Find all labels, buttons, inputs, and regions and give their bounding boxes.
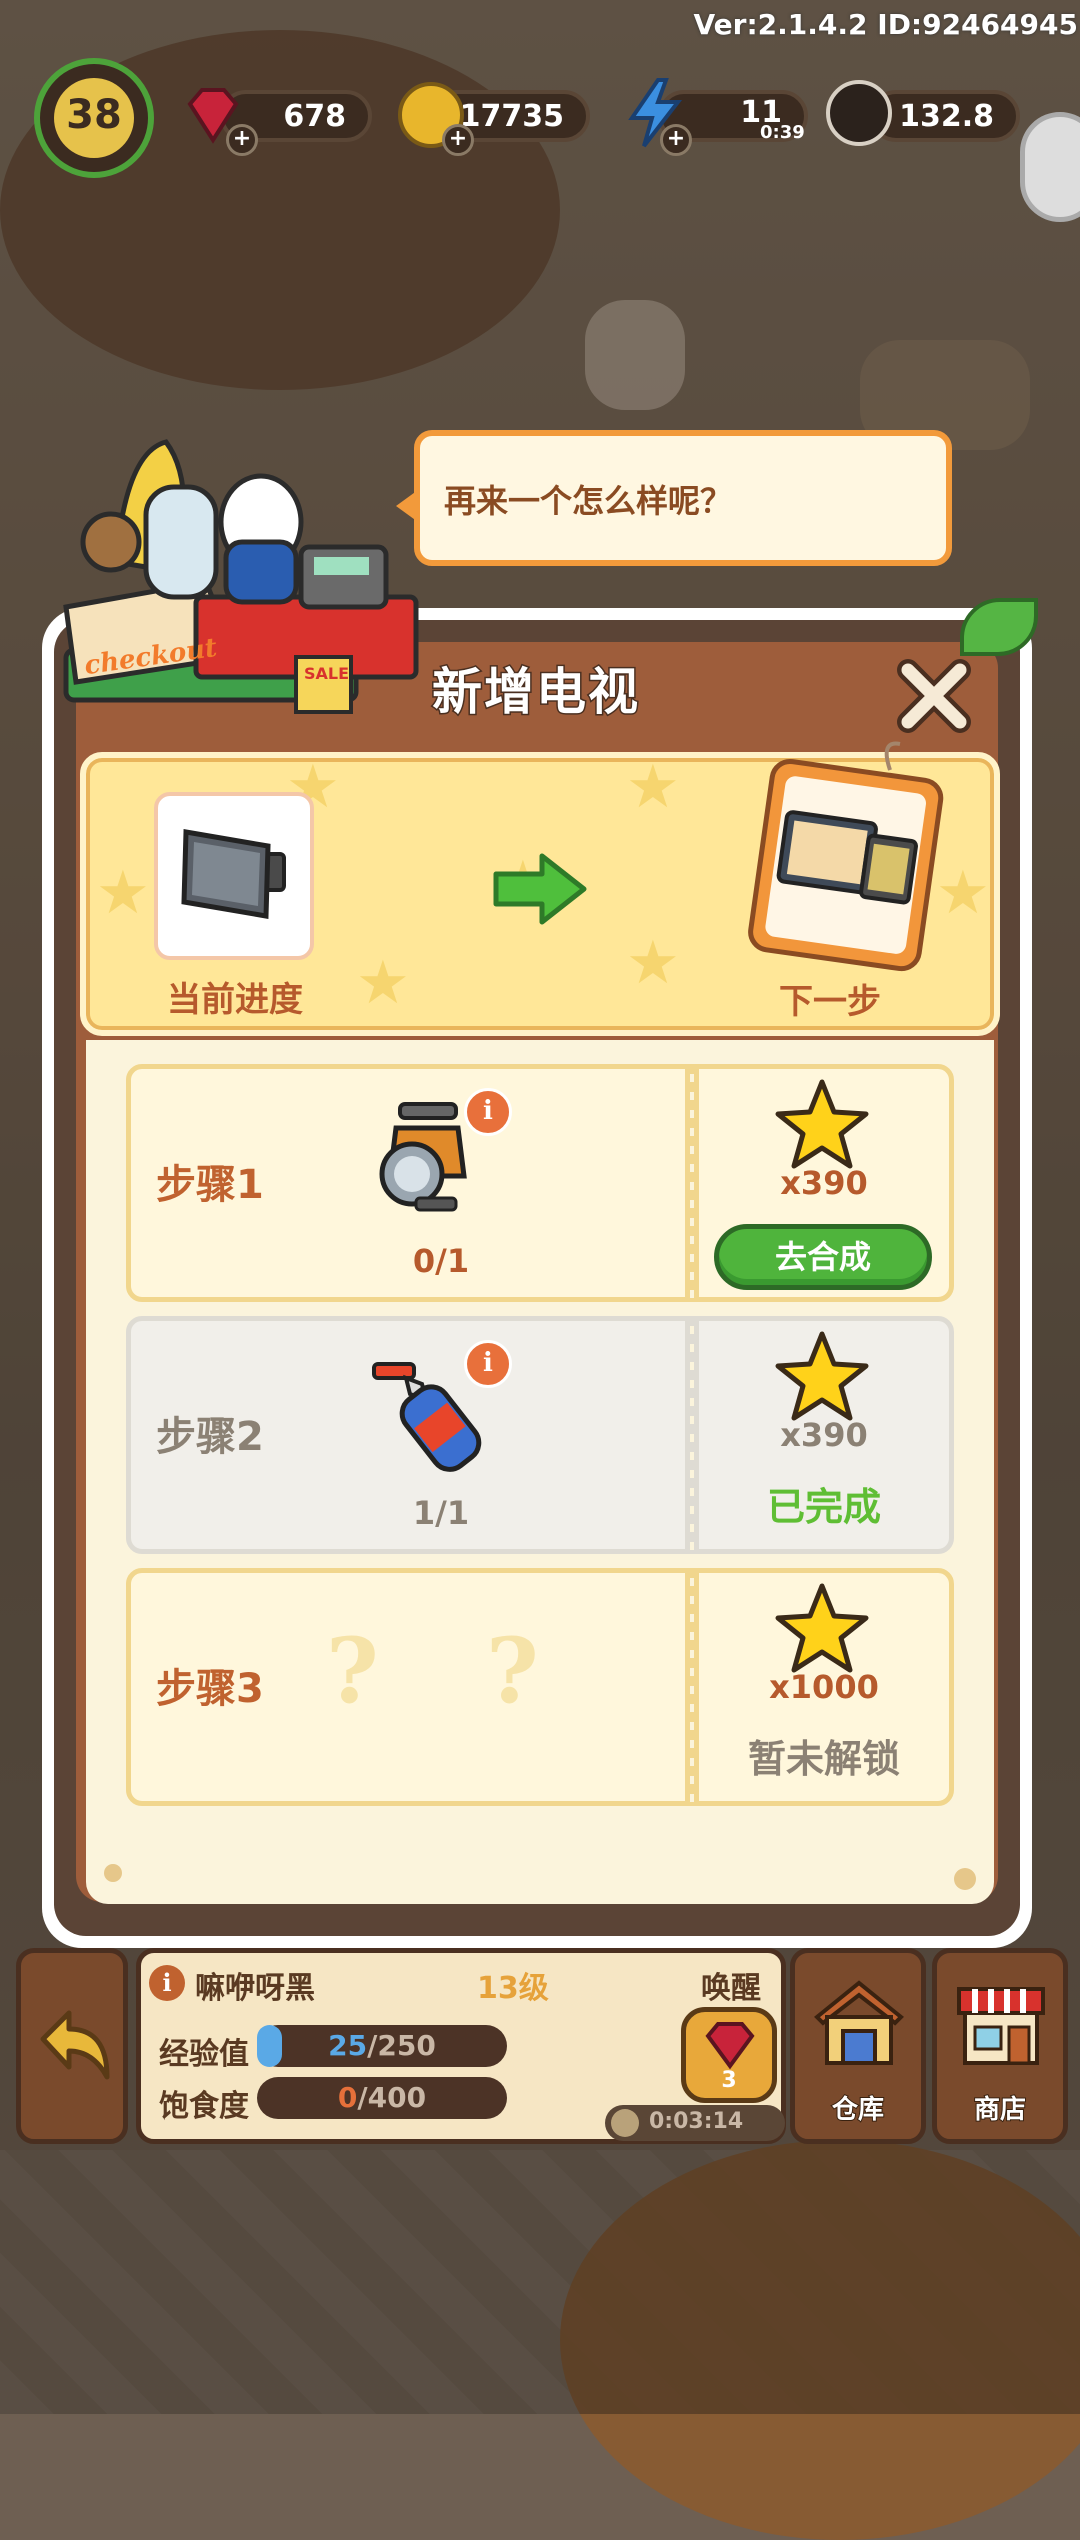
food-text: 0/400 xyxy=(257,2081,507,2114)
pet-timer-text: 0:03:14 xyxy=(649,2109,744,2134)
coin-count: 17735 xyxy=(459,98,564,134)
info-icon[interactable]: i xyxy=(464,1088,512,1136)
bg-star-icon: ★ xyxy=(626,928,680,998)
exp-bar: 25/250 xyxy=(257,2025,507,2067)
warehouse-button[interactable]: 仓库 xyxy=(790,1948,926,2144)
food-bar: 0/400 xyxy=(257,2077,507,2119)
seed-count: 132.8 xyxy=(899,98,994,134)
back-arrow-icon xyxy=(40,2010,110,2080)
checkout-counter-art xyxy=(63,439,419,714)
exp-max: /250 xyxy=(367,2029,436,2062)
gem-count: 678 xyxy=(283,98,346,134)
pet-level: 13级 xyxy=(477,1971,549,2006)
step-3-label: 步骤3 xyxy=(156,1666,264,1712)
step-1-count: 0/1 xyxy=(412,1242,470,1280)
locked-status: 暂未解锁 xyxy=(747,1737,900,1781)
pet-name: 嘛咿呀黑 xyxy=(195,1971,315,2006)
star-icon xyxy=(774,1078,870,1174)
exp-label: 经验值 xyxy=(159,2037,249,2072)
level-badge[interactable]: 38 xyxy=(34,58,154,178)
wake-cost: 3 xyxy=(721,2068,737,2093)
bg-star-icon: ★ xyxy=(96,858,150,928)
bg-star-icon: ★ xyxy=(626,752,680,822)
close-icon xyxy=(897,659,971,733)
arrow-right-icon xyxy=(490,852,590,930)
panel-corner-dot xyxy=(104,1864,122,1882)
tv-icon xyxy=(181,829,286,919)
wake-label: 唤醒 xyxy=(701,1971,761,2006)
synthesize-button[interactable]: 去合成 xyxy=(714,1224,932,1290)
seed-icon xyxy=(826,80,892,146)
warehouse-icon xyxy=(814,1980,904,2065)
clock-icon xyxy=(611,2109,639,2137)
step-row-2: 步骤2 i 1/1 x390 已完成 xyxy=(126,1316,954,1554)
energy-timer: 0:39 xyxy=(760,122,805,143)
warehouse-label: 仓库 xyxy=(831,2094,885,2126)
step-row-1: 步骤1 i 0/1 x390 去合成 xyxy=(126,1064,954,1302)
completed-status: 已完成 xyxy=(766,1485,881,1529)
food-max: /400 xyxy=(357,2081,427,2114)
exp-text: 25/250 xyxy=(257,2029,507,2062)
step-row-3: 步骤3 ? ? x1000 暂未解锁 xyxy=(126,1568,954,1806)
step-1-label: 步骤1 xyxy=(156,1162,264,1208)
current-tv-card xyxy=(154,792,314,960)
food-label: 饱食度 xyxy=(159,2089,249,2124)
step-1-reward-amount: x390 xyxy=(780,1164,868,1202)
unknown-item-mark: ? xyxy=(486,1618,539,1724)
step-2-count: 1/1 xyxy=(412,1494,470,1532)
next-step-card xyxy=(740,740,950,980)
speech-bubble: 再来一个怎么样呢？ xyxy=(414,430,952,566)
step-2-reward-amount: x390 xyxy=(780,1416,868,1454)
info-icon[interactable]: i xyxy=(464,1340,512,1388)
pet-status-card: i 嘛咿呀黑 13级 唤醒 经验值 25/250 饱食度 0/400 3 0:0… xyxy=(136,1948,786,2144)
seed-counter[interactable]: 132.8 xyxy=(870,90,1020,142)
next-step-label: 下一步 xyxy=(779,982,881,1022)
shop-icon xyxy=(957,1987,1045,2065)
current-progress-label: 当前进度 xyxy=(167,980,303,1020)
gem-icon xyxy=(705,2022,755,2070)
step-2-label: 步骤2 xyxy=(156,1414,264,1460)
info-icon[interactable]: i xyxy=(149,1965,185,2001)
star-icon xyxy=(774,1330,870,1426)
pet-timer: 0:03:14 xyxy=(605,2105,785,2141)
tv-card-icon xyxy=(748,741,944,972)
version-text: Ver:2.1.4.2 ID:92464945 xyxy=(693,8,1078,41)
dialog-title: 新增电视 xyxy=(431,662,640,723)
food-value: 0 xyxy=(337,2081,358,2114)
unknown-item-mark: ? xyxy=(326,1618,379,1724)
hud-close-icon[interactable] xyxy=(1020,112,1080,222)
bg-star-icon: ★ xyxy=(356,948,410,1018)
shop-button[interactable]: 商店 xyxy=(932,1948,1068,2144)
level-number: 38 xyxy=(66,92,122,138)
panel-corner-dot xyxy=(954,1868,976,1890)
checkout-counter-illustration: checkout SALE xyxy=(56,432,430,722)
exp-value: 25 xyxy=(328,2029,368,2062)
shop-label: 商店 xyxy=(973,2094,1027,2126)
star-icon xyxy=(774,1582,870,1678)
energy-plus-icon[interactable]: + xyxy=(660,124,692,156)
sale-sign-text: SALE xyxy=(304,664,350,683)
coin-plus-icon[interactable]: + xyxy=(442,124,474,156)
step-3-reward-amount: x1000 xyxy=(769,1668,879,1706)
gem-plus-icon[interactable]: + xyxy=(226,124,258,156)
dialog-close-button[interactable] xyxy=(894,656,974,736)
wake-button[interactable]: 3 xyxy=(681,2007,777,2103)
back-button[interactable] xyxy=(16,1948,128,2144)
speech-text: 再来一个怎么样呢？ xyxy=(444,482,733,520)
